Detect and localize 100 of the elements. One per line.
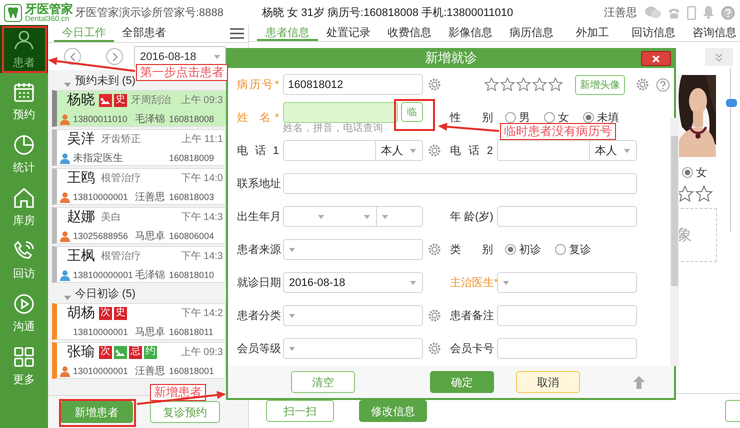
text-field[interactable] — [283, 102, 398, 122]
text-field[interactable] — [497, 338, 637, 359]
star-icon[interactable] — [532, 77, 547, 92]
star-icon[interactable] — [484, 77, 499, 92]
expand-button[interactable] — [705, 48, 733, 66]
field-hint: 姓名，拼音，电话查询 — [283, 122, 384, 134]
tab[interactable]: 收费信息 — [379, 25, 440, 41]
patient-card[interactable]: 杨晓 史 牙周刮治 上午 09:3 13800011010 毛泽锦 160818008 — [52, 90, 226, 127]
settings-icon[interactable] — [428, 78, 441, 91]
appointment-time: 下午 14:2 — [180, 307, 223, 320]
tab[interactable]: 外加工 — [562, 25, 623, 41]
up-arrow-icon[interactable] — [633, 376, 645, 388]
annotation-label: 第一步点击患者 — [136, 64, 228, 81]
menu-icon[interactable] — [230, 28, 244, 39]
treatment-text: 牙周刮治 — [131, 94, 171, 107]
radio-button[interactable]: 复诊 — [555, 242, 591, 257]
doctor-name: 汪善思 — [135, 190, 166, 204]
relation-dropdown[interactable]: 本人 — [375, 140, 423, 161]
settings-icon[interactable] — [428, 342, 441, 355]
house-icon — [12, 186, 36, 210]
star-icon[interactable] — [548, 77, 563, 92]
text-field[interactable] — [497, 305, 637, 326]
tab[interactable]: 回访信息 — [623, 25, 684, 41]
settings-icon[interactable] — [636, 78, 649, 91]
text-field[interactable] — [283, 140, 375, 161]
logo-icon — [4, 4, 22, 22]
zoom-slider[interactable] — [725, 68, 737, 232]
radio-button[interactable]: 初诊 — [505, 242, 541, 257]
patient-card[interactable]: 胡杨 次 史 下午 14:2 13810000001 马思卓 160818011 — [52, 303, 226, 340]
help-icon[interactable] — [721, 6, 735, 20]
help-icon[interactable] — [656, 78, 670, 92]
record-tag: 忌 — [129, 346, 142, 358]
treatment-text: 根管治疗 — [101, 250, 141, 263]
play-icon — [12, 292, 36, 316]
text-field[interactable]: 160818012 — [283, 74, 423, 95]
star-icon — [676, 185, 694, 203]
caret-icon — [382, 214, 388, 218]
grid-icon — [12, 344, 36, 368]
nav-arrow-button[interactable] — [106, 48, 123, 65]
person-icon — [12, 28, 36, 52]
treatment-text: 牙齿矫正 — [101, 132, 141, 146]
field-label: 类 别 — [450, 243, 494, 257]
tab[interactable]: 影像信息 — [440, 25, 501, 41]
dropdown[interactable] — [497, 272, 637, 293]
patient-card[interactable]: 吴洋 牙齿矫正 上午 11:1 未指定医生 160818009 — [52, 129, 226, 166]
treatment-text: 根管治疗 — [101, 172, 141, 185]
tablet-icon[interactable] — [687, 6, 696, 20]
chevron-right-icon — [112, 52, 118, 60]
doctor-name: 毛泽锦 — [135, 112, 166, 126]
scrollbar[interactable] — [670, 118, 679, 366]
close-button[interactable] — [641, 51, 671, 66]
doctor-name: 马思卓 — [135, 326, 166, 339]
caret-icon[interactable] — [64, 81, 71, 88]
caret-icon — [318, 214, 324, 218]
caret-icon — [410, 148, 416, 152]
dropdown[interactable] — [283, 305, 423, 326]
star-icon[interactable] — [516, 77, 531, 92]
radio-button[interactable]: 女 — [682, 165, 707, 180]
patient-card[interactable]: 王枫 根管治疗 下午 14:3 138100000001 毛泽锦 160818010 — [52, 246, 226, 283]
dropdown[interactable] — [376, 206, 423, 227]
bell-icon[interactable] — [703, 6, 714, 19]
treatment-text: 美白 — [101, 210, 121, 224]
close-icon — [652, 54, 660, 62]
phone-icon[interactable] — [668, 6, 680, 18]
caret-icon — [289, 248, 295, 252]
record-number: 160806004 — [169, 231, 214, 241]
caret-icon — [364, 214, 370, 218]
settings-icon[interactable] — [428, 309, 441, 322]
dropdown[interactable] — [283, 239, 423, 260]
text-field[interactable] — [283, 173, 637, 194]
settings-icon[interactable] — [428, 243, 441, 256]
patient-card[interactable]: 赵娜 美白 下午 14:3 13025688956 马思卓 160806004 — [52, 207, 226, 244]
text-field[interactable] — [497, 206, 637, 227]
relation-dropdown[interactable]: 本人 — [589, 140, 637, 161]
dropdown[interactable] — [283, 206, 330, 227]
dropdown[interactable]: 2016-08-18 — [283, 272, 423, 293]
dropdown[interactable] — [283, 338, 423, 359]
text-field[interactable] — [497, 140, 589, 161]
dropdown[interactable] — [330, 206, 376, 227]
annotation-label: 临时患者没有病历号 — [500, 123, 616, 140]
partial-button[interactable] — [725, 400, 740, 422]
chat-icon[interactable] — [645, 6, 661, 19]
pie-chart-icon — [12, 132, 36, 156]
tab[interactable]: 处置记录 — [318, 25, 379, 41]
caret-icon[interactable] — [64, 294, 71, 301]
record-tag: 约 — [144, 346, 157, 358]
slider-handle[interactable] — [726, 99, 737, 108]
account-number: 管家号:8888 — [163, 6, 225, 20]
doctor-name: 毛泽锦 — [135, 268, 166, 282]
cancel-button[interactable]: 取消 — [516, 371, 580, 393]
tab[interactable]: 咨询信息 — [684, 25, 740, 41]
logo-title: 牙医管家 — [25, 2, 73, 15]
settings-icon[interactable] — [428, 144, 441, 157]
tab[interactable]: 全部患者 — [114, 25, 174, 42]
patient-card[interactable]: 王鸥 根管治疗 下午 14:0 13810000001 汪善思 160818003 — [52, 168, 226, 205]
annotation-label: 新增患者 — [150, 384, 206, 401]
patient-card[interactable]: 张瑜 次 忌 约 上午 09:3 13010000001 汪善思 160818001 — [52, 342, 226, 379]
field-label: 就诊日期 — [237, 276, 282, 290]
star-icon[interactable] — [500, 77, 515, 92]
tab[interactable]: 病历信息 — [501, 25, 562, 41]
